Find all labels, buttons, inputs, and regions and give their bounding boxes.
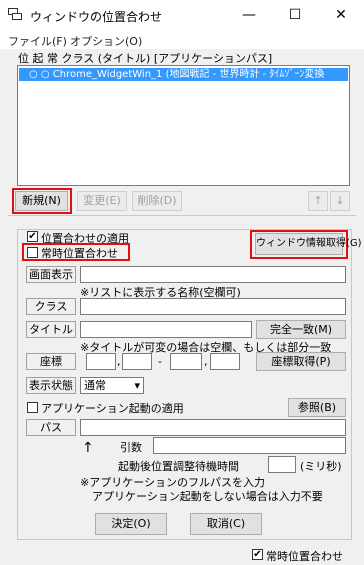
title-label: タイトル xyxy=(26,321,76,338)
coord-y2-input[interactable] xyxy=(210,353,240,370)
status-always-position-label: 常時位置合わせ xyxy=(266,550,343,563)
close-button[interactable]: ✕ xyxy=(318,0,364,30)
menu-file[interactable]: ファイル(F) xyxy=(8,33,67,49)
title-input[interactable] xyxy=(80,321,252,338)
coord-x2-input[interactable] xyxy=(170,353,202,370)
move-down-button[interactable]: ↓ xyxy=(330,191,350,211)
coord-comma-1: , xyxy=(117,355,121,368)
display-state-value: 通常 xyxy=(84,379,106,392)
get-coords-button[interactable]: 座標取得(P) xyxy=(256,352,346,371)
apply-app-launch-checkbox[interactable] xyxy=(27,402,38,413)
window-list[interactable]: ○ ○ Chrome_WidgetWin_1 (地図戦記 - 世界時計 - ﾀｲ… xyxy=(17,65,350,186)
wait-time-unit: (ミリ秒) xyxy=(300,460,342,473)
move-up-button[interactable]: ↑ xyxy=(308,191,328,211)
edit-button[interactable]: 変更(E) xyxy=(77,191,127,211)
args-label: 引数 xyxy=(120,441,142,454)
apply-app-launch-label: アプリケーション起動の適用 xyxy=(41,402,184,415)
apply-position-checkbox[interactable]: ✔ xyxy=(27,231,38,242)
minimize-button[interactable]: — xyxy=(226,0,272,30)
path-input[interactable] xyxy=(80,419,346,436)
menu-options[interactable]: オプション(O) xyxy=(70,33,142,49)
display-state-label: 表示状態 xyxy=(26,377,76,394)
always-position-checkbox[interactable] xyxy=(27,247,38,258)
wait-time-input[interactable] xyxy=(268,456,296,473)
exact-match-button[interactable]: 完全一致(M) xyxy=(256,320,346,339)
coord-x1-input[interactable] xyxy=(86,353,116,370)
browse-button[interactable]: 参照(B) xyxy=(288,398,346,417)
wait-time-label: 起動後位置調整待機時間 xyxy=(118,460,239,473)
display-state-select[interactable]: 通常 ▾ xyxy=(80,377,144,394)
list-column-header: 位 起 常 クラス (タイトル) [アプリケーションパス] xyxy=(18,52,273,65)
always-position-label: 常時位置合わせ xyxy=(41,247,118,260)
maximize-button[interactable]: ☐ xyxy=(272,0,318,30)
separator xyxy=(8,215,356,216)
display-name-label: 画面表示 xyxy=(26,266,76,283)
args-input[interactable] xyxy=(153,437,346,454)
coord-dash: - xyxy=(158,355,162,368)
coord-comma-2: , xyxy=(204,355,208,368)
window-app-icon xyxy=(8,8,22,20)
get-window-info-button[interactable]: ウィンドウ情報取得(G) xyxy=(255,233,362,255)
coord-y1-input[interactable] xyxy=(122,353,152,370)
arrow-up-icon: ↑ xyxy=(82,440,94,456)
class-label: クラス xyxy=(26,298,76,315)
ok-button[interactable]: 決定(O) xyxy=(95,513,167,535)
new-button[interactable]: 新規(N) xyxy=(15,191,68,211)
class-input[interactable] xyxy=(80,298,346,315)
coords-label: 座標 xyxy=(26,353,76,370)
chevron-down-icon: ▾ xyxy=(134,379,140,392)
status-always-position-checkbox[interactable]: ✔ xyxy=(252,549,263,560)
delete-button[interactable]: 削除(D) xyxy=(132,191,182,211)
display-name-input[interactable] xyxy=(80,266,346,283)
cancel-button[interactable]: 取消(C) xyxy=(190,513,262,535)
window-title: ウィンドウの位置合わせ xyxy=(30,10,163,24)
path-label: パス xyxy=(26,419,76,436)
list-item-selected[interactable]: ○ ○ Chrome_WidgetWin_1 (地図戦記 - 世界時計 - ﾀｲ… xyxy=(19,68,348,81)
app-note-2: アプリケーション起動をしない場合は入力不要 xyxy=(92,490,323,503)
